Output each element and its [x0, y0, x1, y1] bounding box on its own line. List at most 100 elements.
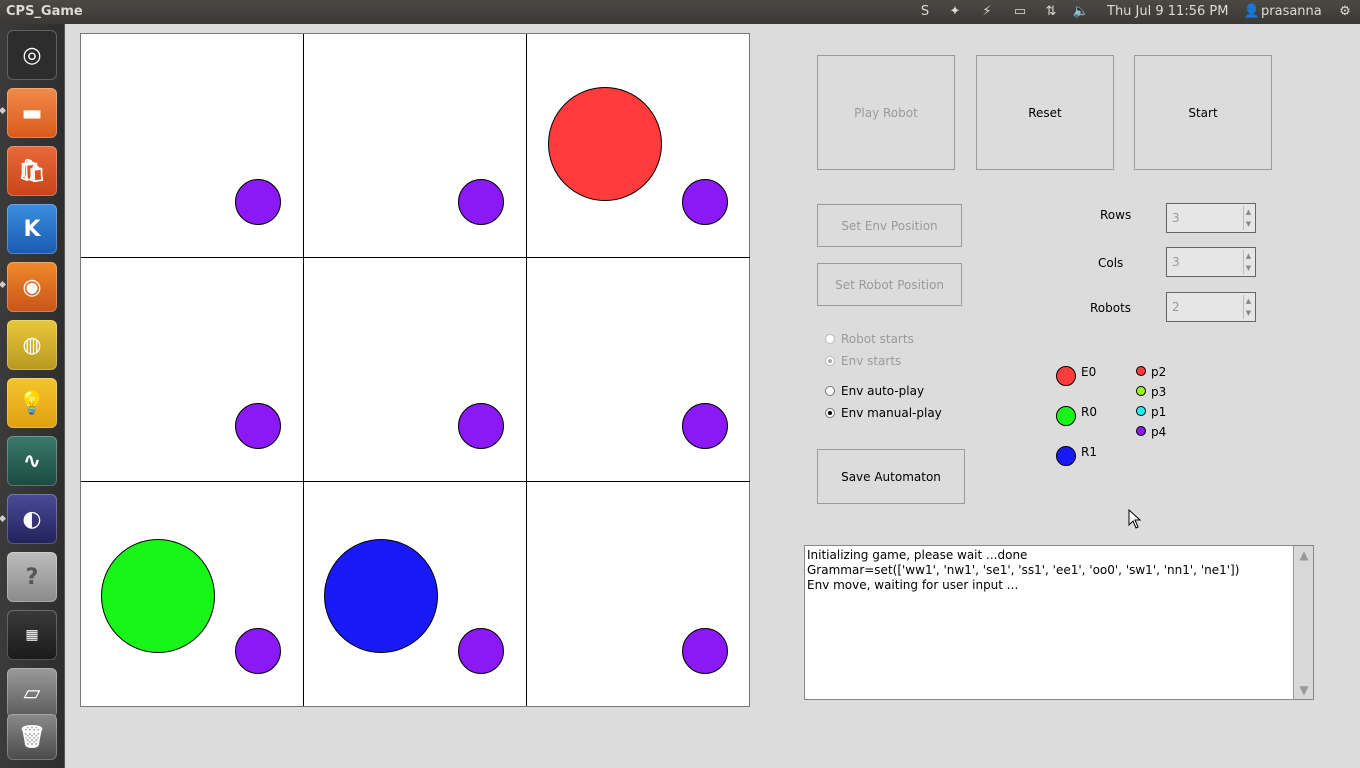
board-cell[interactable]: [527, 482, 750, 706]
robots-label: Robots: [1090, 301, 1132, 315]
radio-icon: [825, 386, 835, 396]
robot-starts-radio[interactable]: Robot starts: [825, 332, 914, 346]
log-line: Initializing game, please wait ...done: [807, 548, 1028, 562]
launcher: ◎ ▬ 🛍 K ◉ ◍ 💡 ∿ ◐ ? ▦ ▱ 🗑: [0, 24, 65, 768]
board-cell[interactable]: [81, 34, 304, 258]
proposition-marker: [682, 628, 728, 674]
legend-swatch-p4: [1136, 426, 1146, 436]
agent-token: [548, 87, 662, 201]
mouse-cursor-icon: [1128, 509, 1142, 529]
radio-icon: [825, 356, 835, 366]
save-automaton-button[interactable]: Save Automaton: [817, 449, 965, 504]
battery-icon[interactable]: ▭: [1011, 4, 1029, 20]
scroll-up-icon[interactable]: ▲: [1296, 547, 1312, 563]
cols-spinbox[interactable]: 3 ▲ ▼: [1166, 247, 1256, 277]
running-indicator-icon: [0, 280, 7, 289]
env-manual-play-label: Env manual-play: [841, 406, 942, 420]
firefox-icon[interactable]: ◉: [7, 262, 57, 312]
log-line: Grammar=set(['ww1', 'nw1', 'se1', 'ss1',…: [807, 563, 1240, 577]
rows-label: Rows: [1100, 208, 1132, 222]
proposition-marker: [458, 628, 504, 674]
proposition-marker: [235, 403, 281, 449]
env-auto-play-label: Env auto-play: [841, 384, 925, 398]
log-line: Env move, waiting for user input ...: [807, 578, 1019, 592]
robots-spinbox[interactable]: 2 ▲ ▼: [1166, 292, 1256, 322]
proposition-marker: [235, 628, 281, 674]
legend-label-p2: p2: [1151, 365, 1167, 379]
legend-swatch-p3: [1136, 386, 1146, 396]
ideas-bulb-icon[interactable]: 💡: [7, 378, 57, 428]
board-cell[interactable]: [527, 258, 750, 482]
proposition-marker: [458, 179, 504, 225]
radio-icon: [825, 408, 835, 418]
running-indicator-icon: [0, 106, 7, 115]
skype-icon[interactable]: S: [916, 4, 934, 20]
legend-swatch-r1: [1056, 446, 1076, 466]
drive-icon[interactable]: ▱: [7, 668, 57, 718]
legend-label-r1: R1: [1081, 445, 1097, 459]
log-scrollbar[interactable]: ▲ ▼: [1293, 546, 1313, 699]
spin-arrows-icon[interactable]: ▲ ▼: [1243, 295, 1253, 319]
board-cell[interactable]: [304, 34, 527, 258]
spin-arrows-icon[interactable]: ▲ ▼: [1243, 250, 1253, 274]
robots-value: 2: [1172, 300, 1180, 314]
software-center-icon[interactable]: 🛍: [7, 146, 57, 196]
board-cell[interactable]: [304, 258, 527, 482]
log-text: Initializing game, please wait ...done Gr…: [807, 548, 1293, 593]
workspace-switcher-icon[interactable]: ▦: [7, 610, 57, 660]
user-icon: 👤: [1243, 4, 1261, 19]
log-output[interactable]: Initializing game, please wait ...done Gr…: [804, 545, 1314, 700]
start-button[interactable]: Start: [1134, 55, 1272, 170]
board-cell[interactable]: [81, 482, 304, 706]
proposition-marker: [682, 179, 728, 225]
legend-swatch-r0: [1056, 406, 1076, 426]
board-cell[interactable]: [304, 482, 527, 706]
network-icon[interactable]: ⚡: [978, 4, 996, 20]
legend-label-p3: p3: [1151, 385, 1167, 399]
reset-button[interactable]: Reset: [976, 55, 1114, 170]
volume-icon[interactable]: 🔈: [1072, 4, 1090, 20]
system-monitor-icon[interactable]: ∿: [7, 436, 57, 486]
proposition-marker: [235, 179, 281, 225]
env-auto-play-radio[interactable]: Env auto-play: [825, 384, 924, 398]
legend-swatch-p1: [1136, 406, 1146, 416]
agent-token: [101, 539, 215, 653]
play-robot-button[interactable]: Play Robot: [817, 55, 955, 170]
proposition-marker: [682, 403, 728, 449]
dropbox-icon[interactable]: ✦: [946, 4, 964, 20]
app-title: CPS_Game: [6, 4, 83, 19]
game-board[interactable]: [80, 33, 750, 707]
rows-spinbox[interactable]: 3 ▲ ▼: [1166, 203, 1256, 233]
running-indicator-icon: [0, 514, 7, 523]
cols-value: 3: [1172, 255, 1180, 269]
cols-label: Cols: [1098, 256, 1124, 270]
legend-label-e0: E0: [1081, 365, 1097, 379]
robot-starts-label: Robot starts: [841, 332, 914, 346]
legend-label-p4: p4: [1151, 425, 1167, 439]
radio-icon: [825, 334, 835, 344]
set-robot-position-button[interactable]: Set Robot Position: [817, 263, 962, 306]
eclipse-icon[interactable]: ◐: [7, 494, 57, 544]
ubuntu-logo-icon[interactable]: ◎: [7, 30, 57, 80]
username[interactable]: prasanna: [1261, 4, 1322, 20]
top-panel: CPS_Game S ✦ ⚡ ▭ ⇅ 🔈 Thu Jul 9 11:56 PM …: [0, 0, 1360, 24]
spin-arrows-icon[interactable]: ▲ ▼: [1243, 206, 1253, 230]
env-starts-radio[interactable]: Env starts: [825, 354, 901, 368]
legend-swatch-p2: [1136, 366, 1146, 376]
board-cell[interactable]: [81, 258, 304, 482]
chrome-icon[interactable]: ◍: [7, 320, 57, 370]
gear-icon[interactable]: ⚙: [1336, 4, 1354, 20]
board-cell[interactable]: [527, 34, 750, 258]
legend-label-p1: p1: [1151, 405, 1167, 419]
set-env-position-button[interactable]: Set Env Position: [817, 204, 962, 247]
trash-icon[interactable]: 🗑: [7, 714, 57, 760]
clock[interactable]: Thu Jul 9 11:56 PM: [1107, 4, 1228, 20]
scroll-down-icon[interactable]: ▼: [1296, 682, 1312, 698]
env-starts-label: Env starts: [841, 354, 902, 368]
kile-icon[interactable]: K: [7, 204, 57, 254]
files-folder-icon[interactable]: ▬: [7, 88, 57, 138]
transfer-icon[interactable]: ⇅: [1042, 4, 1060, 20]
env-manual-play-radio[interactable]: Env manual-play: [825, 406, 942, 420]
legend-label-r0: R0: [1081, 405, 1097, 419]
help-icon[interactable]: ?: [7, 552, 57, 602]
